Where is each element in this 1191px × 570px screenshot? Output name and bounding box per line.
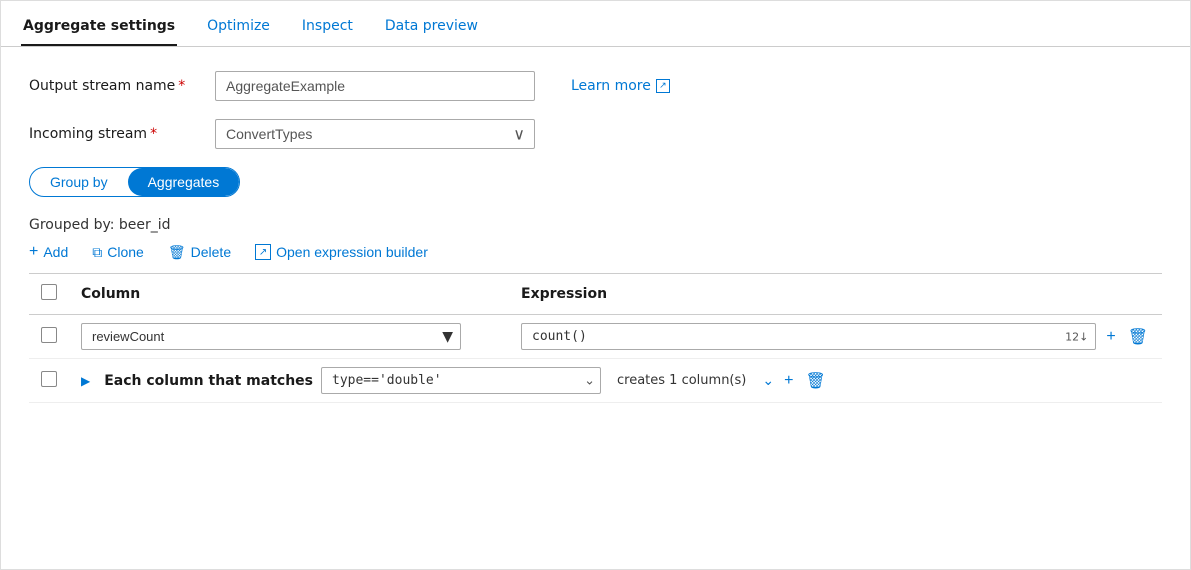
row1-column-cell: reviewCount ▼: [69, 315, 509, 359]
tab-bar: Aggregate settings Optimize Inspect Data…: [1, 1, 1190, 47]
th-expression: Expression: [509, 274, 1162, 315]
row1-expr-wrapper: 12↓: [521, 323, 1096, 350]
incoming-stream-row: Incoming stream* ConvertTypes ∨: [29, 119, 1162, 149]
external-link-icon: [656, 79, 670, 93]
creates-chevron-icon[interactable]: ⌄: [762, 373, 774, 389]
row1-add-button[interactable]: +: [1104, 326, 1117, 348]
add-button[interactable]: + Add: [29, 243, 68, 261]
table-row: reviewCount ▼ 12↓ + 🗑: [29, 315, 1162, 359]
required-star-incoming: *: [150, 126, 157, 142]
group-by-toggle-btn[interactable]: Group by: [30, 168, 128, 196]
row1-delete-button[interactable]: 🗑: [1126, 325, 1150, 349]
output-stream-input[interactable]: [215, 71, 535, 101]
table-header-row: Column Expression: [29, 274, 1162, 315]
row1-checkbox-cell: [29, 315, 69, 359]
delete-icon: 🗑: [168, 244, 186, 261]
output-stream-label: Output stream name*: [29, 78, 199, 94]
learn-more-link[interactable]: Learn more: [571, 78, 670, 94]
row1-column-select-wrapper: reviewCount ▼: [81, 323, 461, 350]
clone-button[interactable]: ⧉ Clone: [92, 244, 144, 261]
row1-expr-hint-icon: 12↓: [1065, 330, 1088, 343]
each-col-actions: + 🗑: [782, 369, 828, 393]
app-container: Aggregate settings Optimize Inspect Data…: [1, 1, 1190, 427]
each-col-expression-input[interactable]: [321, 367, 601, 394]
incoming-stream-select-wrapper: ConvertTypes ∨: [215, 119, 535, 149]
row1-checkbox[interactable]: [41, 327, 57, 343]
each-col-checkbox[interactable]: [41, 371, 57, 387]
row1-expression-cell: 12↓ + 🗑: [509, 315, 1162, 358]
tab-data-preview[interactable]: Data preview: [383, 8, 480, 46]
creates-columns-label: creates 1 column(s): [617, 373, 746, 388]
aggregates-table: Column Expression reviewCount: [29, 274, 1162, 403]
expand-icon[interactable]: ▶: [81, 374, 90, 388]
add-icon: +: [29, 243, 38, 261]
row1-column-select[interactable]: reviewCount: [81, 323, 461, 350]
th-column: Column: [69, 274, 509, 315]
clone-icon: ⧉: [92, 244, 102, 261]
each-col-expr-dropdown-icon[interactable]: ⌄: [584, 373, 595, 388]
row1-expression-input[interactable]: [521, 323, 1096, 350]
each-col-add-button[interactable]: +: [782, 370, 795, 392]
each-col-checkbox-cell: [29, 359, 69, 403]
tab-aggregate-settings[interactable]: Aggregate settings: [21, 8, 177, 46]
expression-builder-icon: ↗: [255, 244, 271, 260]
content-area: Output stream name* Learn more Incoming …: [1, 47, 1190, 427]
each-col-label: Each column that matches: [104, 373, 313, 389]
delete-button[interactable]: 🗑 Delete: [168, 244, 231, 261]
th-checkbox: [29, 274, 69, 315]
each-col-content-cell: ▶ Each column that matches ⌄ creates 1 c…: [69, 359, 1162, 403]
each-col-delete-button[interactable]: 🗑: [803, 369, 827, 393]
toolbar: + Add ⧉ Clone 🗑 Delete ↗ Open expression…: [29, 243, 1162, 274]
each-column-row: ▶ Each column that matches ⌄ creates 1 c…: [29, 359, 1162, 403]
aggregates-toggle-btn[interactable]: Aggregates: [128, 168, 240, 196]
each-col-expr-wrapper: ⌄: [321, 367, 601, 394]
row1-actions: + 🗑: [1104, 325, 1150, 349]
toggle-group: Group by Aggregates: [29, 167, 240, 197]
tab-optimize[interactable]: Optimize: [205, 8, 272, 46]
output-stream-row: Output stream name* Learn more: [29, 71, 1162, 101]
incoming-stream-label: Incoming stream*: [29, 126, 199, 142]
open-expression-builder-button[interactable]: ↗ Open expression builder: [255, 244, 428, 260]
grouped-by-info: Grouped by: beer_id: [29, 217, 1162, 233]
incoming-stream-select[interactable]: ConvertTypes: [215, 119, 535, 149]
header-checkbox[interactable]: [41, 284, 57, 300]
tab-inspect[interactable]: Inspect: [300, 8, 355, 46]
required-star-output: *: [178, 78, 185, 94]
